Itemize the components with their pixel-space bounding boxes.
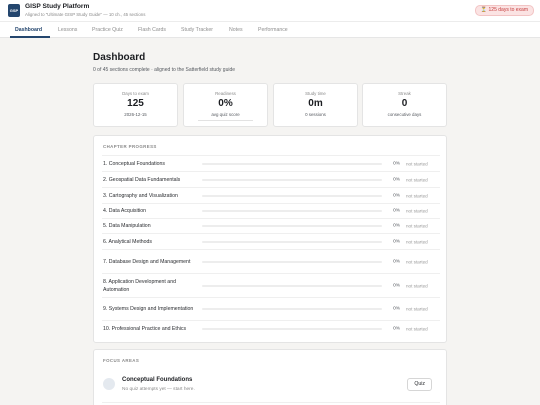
app-subtitle: Aligned to "Ultimate GISP Study Guide" —…	[25, 12, 146, 17]
chapter-status: not started	[406, 306, 428, 312]
stat-label: Streak	[398, 91, 411, 96]
chapter-status: not started	[406, 208, 428, 214]
chapter-progress-bar	[202, 194, 382, 197]
main-tabs: Dashboard Lessons Practice Quiz Flash Ca…	[0, 22, 540, 38]
chapter-status: not started	[406, 259, 428, 264]
chapter-percent: 0%	[393, 283, 400, 288]
chapter-percent: 0%	[393, 177, 400, 182]
chapter-percent: 0%	[393, 161, 400, 166]
chapter-percent: 0%	[393, 223, 400, 229]
chapter-row[interactable]: 3. Cartography and Visualization 0% not …	[102, 187, 440, 203]
stat-card-streak: Streak 0 consecutive days	[362, 83, 447, 127]
chapter-row[interactable]: 10. Professional Practice and Ethics 0% …	[102, 320, 440, 336]
stat-sub: avg quiz score	[211, 112, 240, 117]
divider	[102, 402, 440, 403]
focus-area-name: Conceptual Foundations	[122, 377, 193, 383]
stat-sub: 2026-12-15	[124, 112, 147, 117]
stat-label: Readiness	[215, 91, 236, 96]
tab-lessons[interactable]: Lessons	[58, 22, 77, 38]
page-title: Dashboard	[93, 52, 146, 63]
focus-areas-card: FOCUS AREAS Conceptual Foundations No qu…	[93, 349, 447, 405]
app-title: GISP Study Platform	[25, 3, 90, 10]
chapter-row[interactable]: 1. Conceptual Foundations 0% not started	[102, 155, 440, 171]
chapter-row[interactable]: 9. Systems Design and Implementation 0% …	[102, 297, 440, 320]
tab-notes[interactable]: Notes	[229, 22, 243, 38]
chapter-percent: 0%	[393, 239, 400, 244]
active-tab-indicator	[10, 36, 50, 38]
chapter-progress-title: CHAPTER PROGRESS	[103, 144, 157, 149]
chapter-status: not started	[406, 223, 428, 229]
chapter-progress-bar	[202, 162, 382, 165]
focus-area-item: Conceptual Foundations No quiz attempts …	[102, 372, 440, 398]
chapter-status: not started	[406, 326, 428, 331]
quiz-button[interactable]: Quiz	[407, 378, 432, 391]
stat-sub: 0 sessions	[305, 112, 326, 117]
chapter-name: 10. Professional Practice and Ethics	[103, 325, 187, 332]
chapter-percent: 0%	[393, 326, 400, 331]
chapter-percent: 0%	[393, 306, 400, 312]
stat-card-days-to-exam: Days to exam 125 2026-12-15	[93, 83, 178, 127]
stat-card-readiness: Readiness 0% avg quiz score	[183, 83, 268, 127]
chapter-progress-card: CHAPTER PROGRESS 1. Conceptual Foundatio…	[93, 135, 447, 343]
chapter-progress-bar	[202, 327, 382, 330]
stat-value: 0m	[308, 98, 323, 109]
chapter-status: not started	[406, 239, 428, 244]
chapter-name: 9. Systems Design and Implementation	[103, 306, 194, 312]
focus-areas-title: FOCUS AREAS	[103, 358, 140, 363]
chapter-name: 3. Cartography and Visualization	[103, 192, 178, 199]
chapter-row[interactable]: 5. Data Manipulation 0% not started	[102, 218, 440, 233]
chapter-progress-bar	[202, 260, 382, 263]
stat-value: 0	[401, 98, 408, 109]
chapter-row[interactable]: 2. Geospatial Data Fundamentals 0% not s…	[102, 171, 440, 187]
stat-label: Days to exam	[122, 91, 149, 96]
chapter-progress-bar	[202, 210, 382, 212]
chapter-progress-bar	[202, 225, 382, 227]
chapter-name: 4. Data Acquisition	[103, 208, 146, 214]
chapter-percent: 0%	[393, 193, 400, 198]
chapter-progress-bar	[202, 240, 382, 243]
chapter-row[interactable]: 4. Data Acquisition 0% not started	[102, 203, 440, 218]
tab-practice-quiz[interactable]: Practice Quiz	[92, 22, 123, 38]
circle-avatar-icon	[103, 378, 115, 390]
chapter-progress-bar	[202, 178, 382, 181]
stat-value: 0%	[218, 98, 233, 109]
chapter-name: 8. Application Development and Automatio…	[103, 278, 176, 293]
app-logo: GSP	[8, 4, 20, 17]
chapter-progress-bar	[202, 284, 382, 287]
chapter-status: not started	[406, 161, 428, 166]
chapter-percent: 0%	[393, 208, 400, 214]
chapter-status: not started	[406, 193, 428, 198]
chapter-name: 1. Conceptual Foundations	[103, 160, 166, 167]
app-header: GSP GISP Study Platform Aligned to "Ulti…	[0, 0, 540, 22]
tab-study-tracker[interactable]: Study Tracker	[181, 22, 213, 38]
page-subtitle: 0 of 45 sections complete · aligned to t…	[93, 67, 236, 73]
stat-sub: consecutive days	[387, 112, 422, 117]
chapter-name: 2. Geospatial Data Fundamentals	[103, 176, 181, 183]
chapter-name: 7. Database Design and Management	[103, 258, 191, 265]
stat-value: 125	[127, 98, 144, 109]
tab-flash-cards[interactable]: Flash Cards	[138, 22, 166, 38]
chapter-status: not started	[406, 283, 428, 288]
stat-label: Study time	[305, 91, 326, 96]
focus-area-desc: No quiz attempts yet — start here.	[122, 387, 195, 392]
chapter-percent: 0%	[393, 259, 400, 264]
chapter-progress-bar	[202, 308, 382, 310]
chapter-status: not started	[406, 177, 428, 182]
chapter-row[interactable]: 7. Database Design and Management 0% not…	[102, 249, 440, 273]
chapter-name: 6. Analytical Methods	[103, 238, 153, 245]
chapter-row[interactable]: 8. Application Development and Automatio…	[102, 273, 440, 297]
days-to-exam-badge: ⏳ 125 days to exam	[474, 5, 534, 16]
readiness-progress-bar	[198, 120, 253, 121]
chapter-row[interactable]: 6. Analytical Methods 0% not started	[102, 233, 440, 249]
stat-card-study-time: Study time 0m 0 sessions	[273, 83, 358, 127]
tab-performance[interactable]: Performance	[258, 22, 288, 38]
chapter-name: 5. Data Manipulation	[103, 223, 151, 229]
